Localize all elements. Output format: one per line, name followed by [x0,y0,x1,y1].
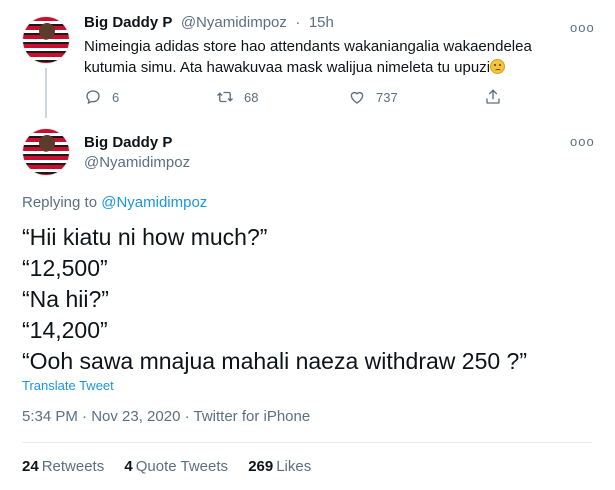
quote-tweets-stat[interactable]: 4 Quote Tweets [124,458,228,475]
author-name[interactable]: Big Daddy P [84,14,172,31]
like-icon [350,91,364,104]
replying-mention[interactable]: @Nyamidimpoz [101,194,207,211]
like-count: 737 [376,89,398,105]
quotes-label: Quote Tweets [135,458,229,475]
tweet-body: “Hii kiatu ni how much?” “12,500” “Na hi… [22,222,602,377]
replying-to: Replying to @Nyamidimpoz [22,194,207,211]
avatar[interactable] [22,128,70,176]
retweets-count: 24 [22,458,39,475]
tweet-line: “14,200” [22,317,108,343]
reply-button[interactable]: 6 [84,88,119,106]
translate-tweet-link[interactable]: Translate Tweet [22,378,114,393]
likes-stat[interactable]: 269 Likes [248,458,311,475]
retweets-label: Retweets [41,458,105,475]
parent-tweet-text: Nimeingia adidas store hao attendants wa… [84,36,584,78]
quotes-count: 4 [124,458,133,475]
avatar[interactable] [22,16,70,64]
main-tweet: Big Daddy P @Nyamidimpoz ooo Replying to… [0,118,615,490]
more-icon[interactable]: ooo [570,20,595,35]
parent-tweet[interactable]: Big Daddy P @Nyamidimpoz · 15h ooo Nimei… [0,0,615,118]
more-icon[interactable]: ooo [570,134,595,149]
divider [22,442,592,443]
tweet-line: “Hii kiatu ni how much?” [22,224,268,250]
like-button[interactable]: 737 [348,88,398,106]
share-button[interactable] [484,88,512,106]
tweet-time[interactable]: 15h [309,14,334,31]
likes-count: 269 [248,458,274,475]
likes-label: Likes [276,458,312,475]
separator: · [295,14,301,31]
thread-line [45,68,47,118]
tweet-stats: 24 Retweets 4 Quote Tweets 269 Likes [22,458,327,475]
retweet-count: 68 [244,89,259,105]
tweet-text: Nimeingia adidas store hao attendants wa… [84,38,532,76]
reply-icon [86,90,100,105]
tweet-actions: 6 68 737 [84,88,524,110]
tweet-line: “Na hii?” [22,286,109,312]
share-icon [486,89,500,104]
author-handle[interactable]: @Nyamidimpoz [181,14,287,31]
author-name[interactable]: Big Daddy P [84,134,172,151]
tweet-line: “12,500” [22,255,108,281]
reply-count: 6 [112,89,120,105]
replying-prefix: Replying to [22,194,98,211]
tweet-timestamp[interactable]: 5:34 PM · Nov 23, 2020 · Twitter for iPh… [22,408,310,425]
worried-face-emoji-icon [490,59,506,74]
retweet-icon [217,91,233,103]
tweet-line: “Ooh sawa mnajua mahali naeza withdraw 2… [22,348,527,374]
parent-tweet-header: Big Daddy P @Nyamidimpoz · 15h [84,14,334,32]
author-handle[interactable]: @Nyamidimpoz [84,154,190,171]
retweet-button[interactable]: 68 [216,88,258,106]
retweets-stat[interactable]: 24 Retweets [22,458,104,475]
